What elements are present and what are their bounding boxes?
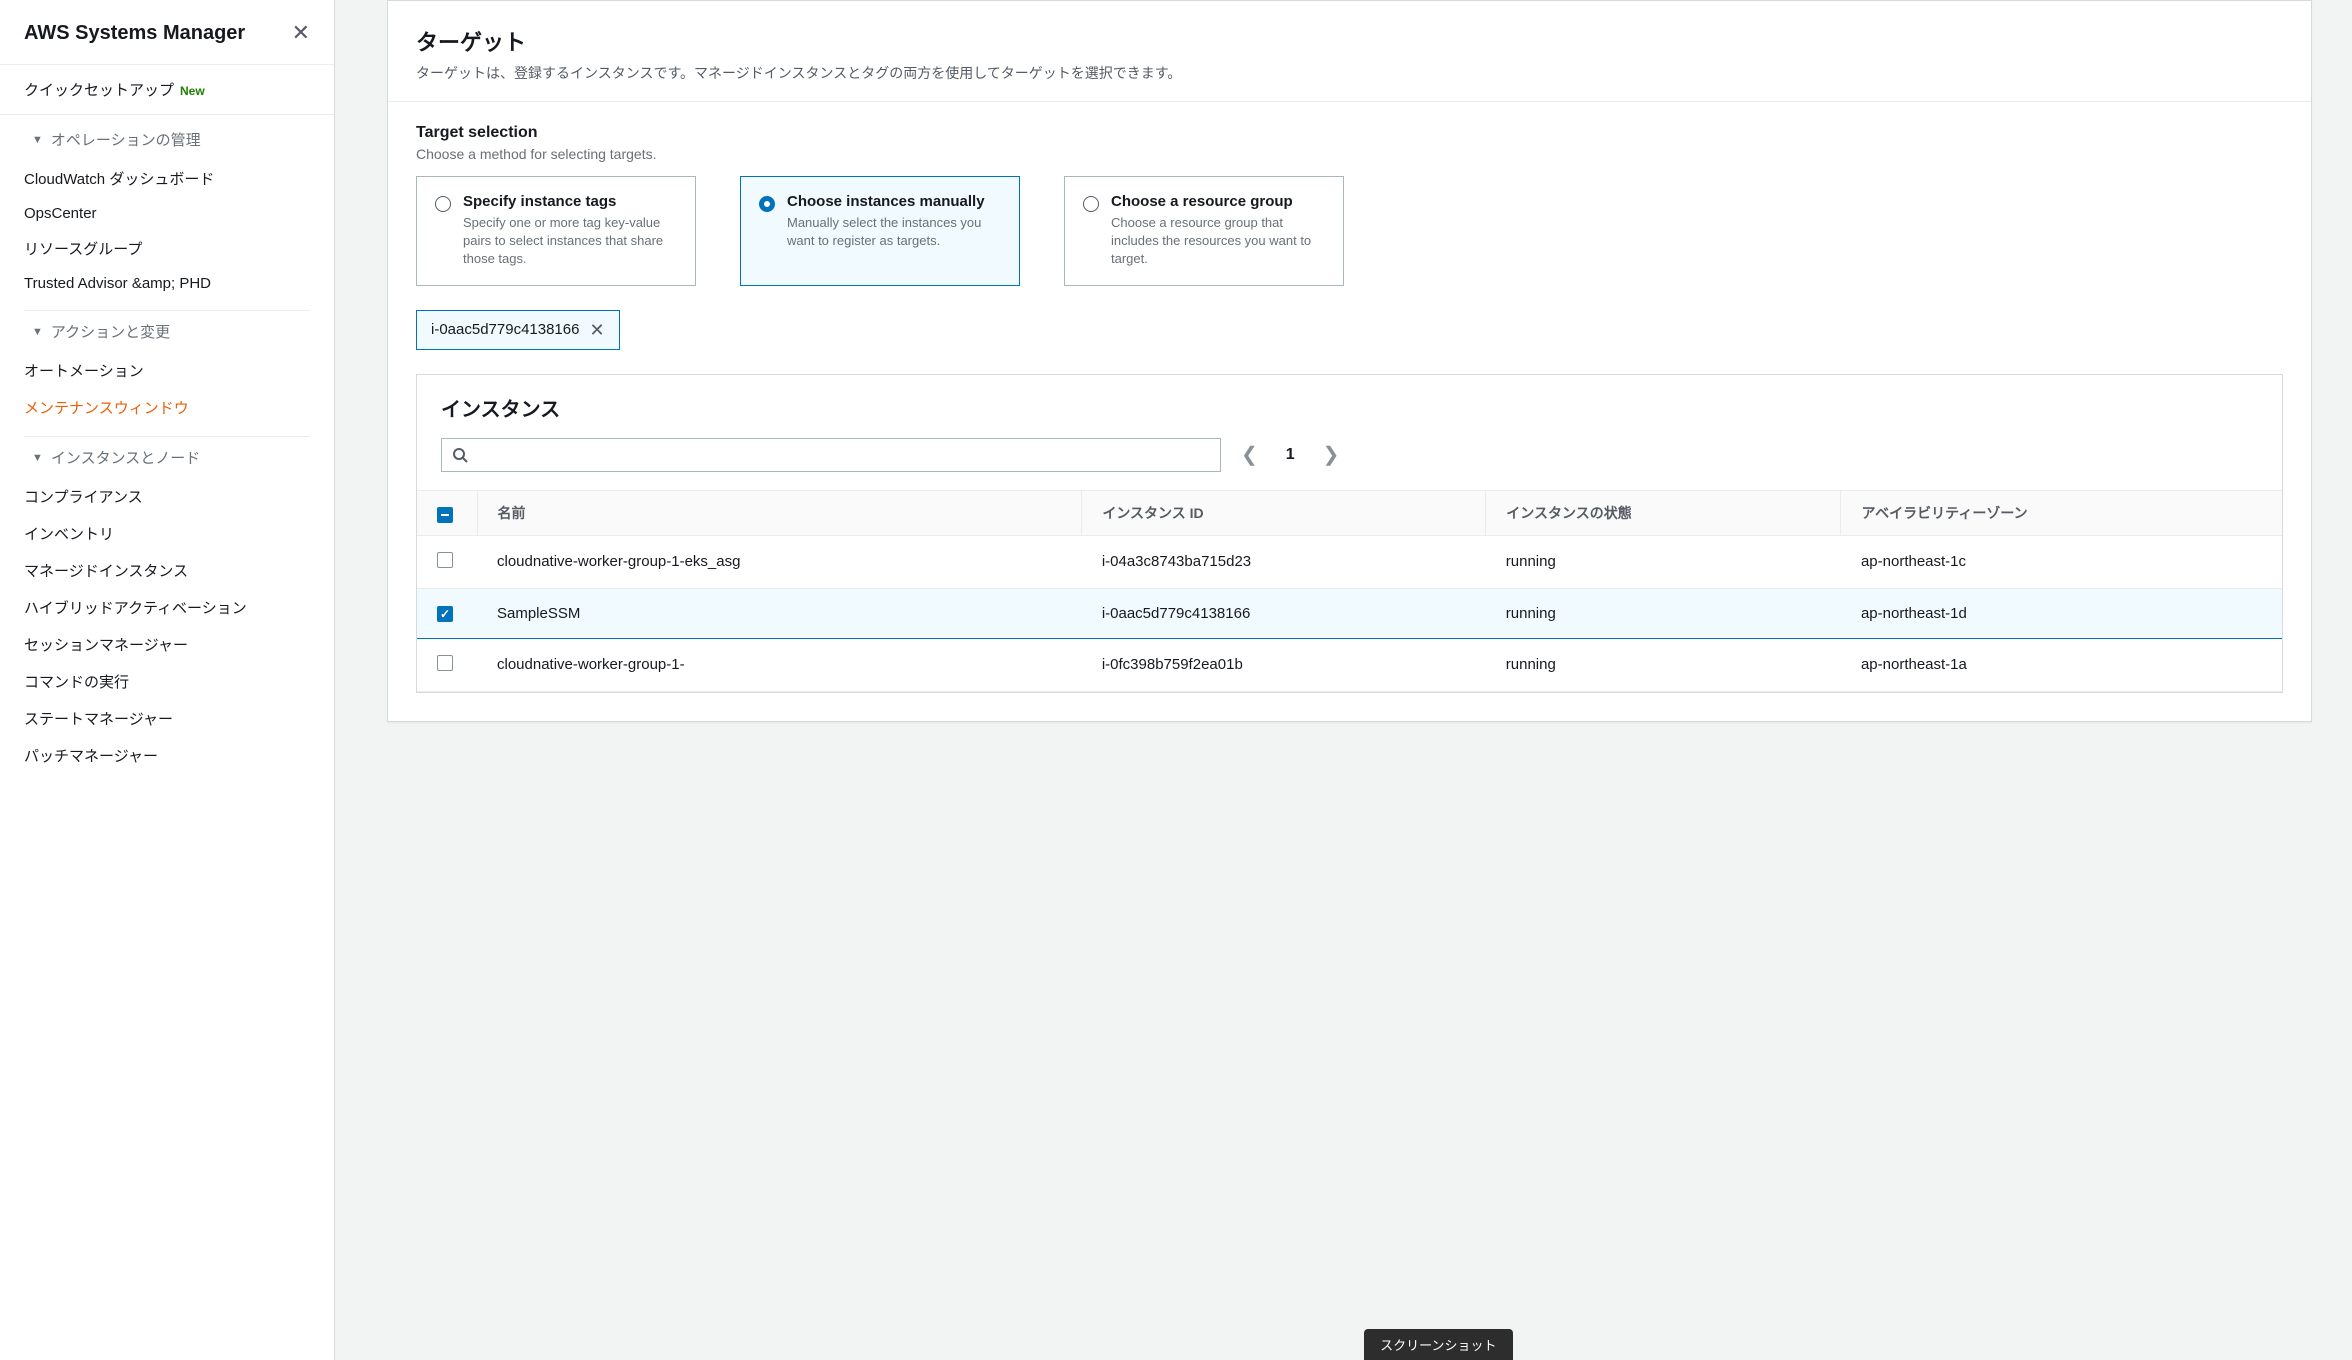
row-checkbox[interactable]: ✓ [437, 606, 453, 622]
sidebar-item-state-manager[interactable]: ステートマネージャー [24, 700, 310, 737]
col-az[interactable]: アベイラビリティーゾーン [1841, 490, 2282, 535]
col-name[interactable]: 名前 [477, 490, 1082, 535]
target-selection-subtitle: Choose a method for selecting targets. [416, 146, 2283, 162]
option-resource-group[interactable]: Choose a resource group Choose a resourc… [1064, 176, 1344, 286]
select-all-header [417, 490, 477, 535]
row-checkbox[interactable] [437, 655, 453, 671]
table-row[interactable]: cloudnative-worker-group-1-eks_asg i-04a… [417, 535, 2282, 588]
sidebar-item-automation[interactable]: オートメーション [24, 352, 310, 389]
option-choose-manually[interactable]: Choose instances manually Manually selec… [740, 176, 1020, 286]
next-page-icon[interactable]: ❯ [1323, 442, 1340, 467]
cell-az: ap-northeast-1c [1841, 535, 2282, 588]
prev-page-icon[interactable]: ❮ [1241, 442, 1258, 467]
token-label: i-0aac5d779c4138166 [431, 321, 579, 338]
cell-state: running [1486, 588, 1841, 638]
cell-id: i-0fc398b759f2ea01b [1082, 638, 1486, 691]
sidebar-item-quick-setup[interactable]: クイックセットアップ New [0, 65, 334, 115]
instances-title: インスタンス [441, 393, 2258, 422]
cell-state: running [1486, 638, 1841, 691]
nav-section-operations: ▼ オペレーションの管理 CloudWatch ダッシュボード OpsCente… [24, 119, 310, 311]
search-icon [452, 447, 468, 463]
target-panel-body: Target selection Choose a method for sel… [388, 102, 2311, 721]
option-title: Choose a resource group [1111, 193, 1325, 210]
sidebar-item-run-command[interactable]: コマンドの実行 [24, 663, 310, 700]
sidebar: AWS Systems Manager ✕ クイックセットアップ New ▼ オ… [0, 0, 335, 1360]
target-title: ターゲット [416, 25, 2283, 57]
screenshot-tooltip: スクリーンショット [1364, 1329, 1512, 1360]
table-row[interactable]: cloudnative-worker-group-1- i-0fc398b759… [417, 638, 2282, 691]
target-selection-title: Target selection [416, 124, 2283, 142]
app-title: AWS Systems Manager [24, 22, 245, 45]
cell-az: ap-northeast-1d [1841, 588, 2282, 638]
table-row[interactable]: ✓ SampleSSM i-0aac5d779c4138166 running … [417, 588, 2282, 638]
cell-id: i-04a3c8743ba715d23 [1082, 535, 1486, 588]
sidebar-item-compliance[interactable]: コンプライアンス [24, 478, 310, 515]
target-panel-header: ターゲット ターゲットは、登録するインスタンスです。マネージドインスタンスとタグ… [388, 1, 2311, 102]
section-header-instances[interactable]: ▼ インスタンスとノード [24, 437, 310, 478]
instances-panel: インスタンス ❮ 1 ❯ [416, 374, 2283, 693]
new-badge: New [180, 84, 205, 98]
select-all-checkbox[interactable] [437, 507, 453, 523]
sidebar-item-resource-groups[interactable]: リソースグループ [24, 230, 310, 267]
option-desc: Choose a resource group that includes th… [1111, 214, 1325, 269]
instances-table: 名前 インスタンス ID インスタンスの状態 アベイラビリティーゾーン clou… [417, 490, 2282, 692]
cell-az: ap-northeast-1a [1841, 638, 2282, 691]
search-row: ❮ 1 ❯ [417, 430, 2282, 490]
search-box[interactable] [441, 438, 1221, 472]
page-number: 1 [1286, 446, 1295, 464]
option-specify-tags[interactable]: Specify instance tags Specify one or mor… [416, 176, 696, 286]
cell-state: running [1486, 535, 1841, 588]
close-icon[interactable]: ✕ [292, 20, 310, 46]
search-input[interactable] [476, 447, 1210, 463]
token-remove-icon[interactable]: ✕ [589, 321, 604, 339]
col-state[interactable]: インスタンスの状態 [1486, 490, 1841, 535]
sidebar-item-hybrid-activation[interactable]: ハイブリッドアクティベーション [24, 589, 310, 626]
radio-icon [435, 196, 451, 212]
target-subtitle: ターゲットは、登録するインスタンスです。マネージドインスタンスとタグの両方を使用… [416, 63, 2283, 83]
main-content: ターゲット ターゲットは、登録するインスタンスです。マネージドインスタンスとタグ… [335, 0, 2352, 1360]
cell-name: cloudnative-worker-group-1-eks_asg [477, 535, 1082, 588]
selected-instance-token: i-0aac5d779c4138166 ✕ [416, 310, 620, 350]
radio-icon [1083, 196, 1099, 212]
sidebar-item-trusted-advisor[interactable]: Trusted Advisor &amp; PHD [24, 267, 310, 300]
sidebar-item-patch-manager[interactable]: パッチマネージャー [24, 737, 310, 774]
cell-name: cloudnative-worker-group-1- [477, 638, 1082, 691]
section-header-actions[interactable]: ▼ アクションと変更 [24, 311, 310, 352]
option-desc: Manually select the instances you want t… [787, 214, 1001, 250]
caret-down-icon: ▼ [32, 326, 43, 338]
radio-checked-icon [759, 196, 775, 212]
col-id[interactable]: インスタンス ID [1082, 490, 1486, 535]
cell-name: SampleSSM [477, 588, 1082, 638]
nav-section-instances: ▼ インスタンスとノード コンプライアンス インベントリ マネージドインスタンス… [24, 437, 310, 784]
sidebar-item-opscenter[interactable]: OpsCenter [24, 197, 310, 230]
pagination: ❮ 1 ❯ [1241, 442, 1339, 467]
sidebar-item-cloudwatch[interactable]: CloudWatch ダッシュボード [24, 160, 310, 197]
row-checkbox[interactable] [437, 552, 453, 568]
option-title: Choose instances manually [787, 193, 1001, 210]
sidebar-item-session-manager[interactable]: セッションマネージャー [24, 626, 310, 663]
target-panel: ターゲット ターゲットは、登録するインスタンスです。マネージドインスタンスとタグ… [387, 0, 2312, 722]
sidebar-item-maintenance-window[interactable]: メンテナンスウィンドウ [24, 389, 310, 426]
cell-id: i-0aac5d779c4138166 [1082, 588, 1486, 638]
section-header-operations[interactable]: ▼ オペレーションの管理 [24, 119, 310, 160]
sidebar-item-inventory[interactable]: インベントリ [24, 515, 310, 552]
option-desc: Specify one or more tag key-value pairs … [463, 214, 677, 269]
option-title: Specify instance tags [463, 193, 677, 210]
caret-down-icon: ▼ [32, 134, 43, 146]
caret-down-icon: ▼ [32, 452, 43, 464]
option-row: Specify instance tags Specify one or mor… [416, 176, 2283, 286]
sidebar-header: AWS Systems Manager ✕ [0, 20, 334, 65]
sidebar-item-managed-instances[interactable]: マネージドインスタンス [24, 552, 310, 589]
quick-setup-label: クイックセットアップ [24, 79, 174, 100]
instances-header: インスタンス [417, 375, 2282, 430]
nav-section-actions: ▼ アクションと変更 オートメーション メンテナンスウィンドウ [24, 311, 310, 437]
